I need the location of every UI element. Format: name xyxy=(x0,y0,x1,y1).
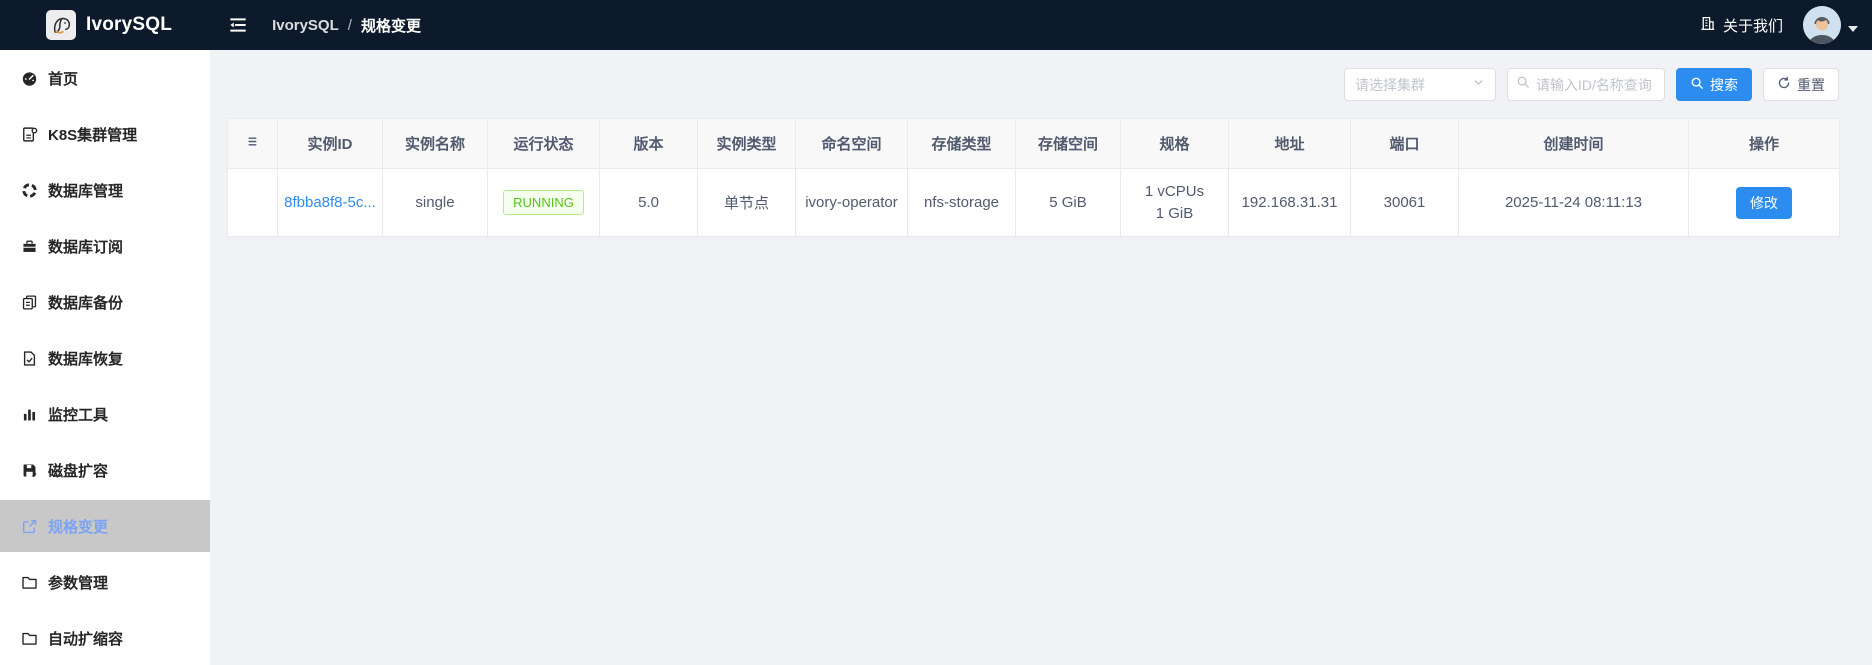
search-button[interactable]: 搜索 xyxy=(1676,68,1752,101)
list-menu-icon[interactable] xyxy=(245,134,260,149)
breadcrumb-item-root[interactable]: IvorySQL xyxy=(272,17,339,34)
chevron-down-icon xyxy=(1472,76,1485,94)
subscribe-icon xyxy=(21,238,38,255)
sidebar-item-label: K8S集群管理 xyxy=(48,126,138,144)
row-select-cell xyxy=(227,168,278,237)
cluster-icon xyxy=(21,126,38,143)
sidebar-item-monitor-tools[interactable]: 监控工具 xyxy=(0,388,210,440)
brand-title: IvorySQL xyxy=(86,14,173,35)
instances-table: 实例ID 实例名称 运行状态 版本 实例类型 命名空间 存储类型 存储空间 规格… xyxy=(227,118,1840,237)
spec-change-icon xyxy=(21,518,38,535)
sidebar-item-database-backup[interactable]: 数据库备份 xyxy=(0,276,210,328)
modify-button[interactable]: 修改 xyxy=(1736,186,1792,219)
sidebar-item-label: 规格变更 xyxy=(48,518,109,536)
sidebar-item-label: 首页 xyxy=(48,70,79,88)
cluster-select[interactable]: 请选择集群 xyxy=(1344,68,1496,101)
table-header-cell: 实例名称 xyxy=(382,118,488,169)
sidebar-item-label: 数据库恢复 xyxy=(48,350,124,368)
table-header-cell: 创建时间 xyxy=(1458,118,1689,169)
sidebar-item-spec-change[interactable]: 规格变更 xyxy=(0,500,210,552)
sidebar-item-database-manage[interactable]: 数据库管理 xyxy=(0,164,210,216)
sidebar-item-auto-scale[interactable]: 自动扩缩容 xyxy=(0,612,210,664)
cluster-select-placeholder: 请选择集群 xyxy=(1355,76,1425,93)
menu-fold-icon[interactable] xyxy=(228,15,248,35)
user-menu[interactable] xyxy=(1803,6,1858,44)
about-us-link[interactable]: 关于我们 xyxy=(1699,15,1783,36)
sidebar-item-database-subscribe[interactable]: 数据库订阅 xyxy=(0,220,210,272)
instance-id-link[interactable]: 8fbba8f8-5c... xyxy=(284,194,376,211)
building-icon xyxy=(1699,15,1716,36)
spec-cell: 1 vCPUs 1 GiB xyxy=(1120,168,1229,237)
reset-button-label: 重置 xyxy=(1797,76,1825,93)
search-button-label: 搜索 xyxy=(1710,76,1738,93)
sidebar-item-label: 自动扩缩容 xyxy=(48,630,124,648)
about-us-label: 关于我们 xyxy=(1722,17,1783,35)
spec-cpu: 1 vCPUs xyxy=(1144,182,1205,200)
table-header-cell: 运行状态 xyxy=(487,118,600,169)
breadcrumb-item-current: 规格变更 xyxy=(360,17,421,35)
search-input[interactable] xyxy=(1536,76,1656,93)
instance-name-cell: single xyxy=(382,168,488,237)
search-icon xyxy=(1690,76,1704,93)
ivorysql-logo-icon xyxy=(46,10,76,40)
created-time-cell: 2025-11-24 08:11:13 xyxy=(1458,168,1689,237)
breadcrumb: IvorySQL / 规格变更 xyxy=(272,15,421,36)
table-header-cell: 版本 xyxy=(599,118,698,169)
sidebar: 首页 K8S集群管理 数据库管理 数据库订阅 数据库备份 数据库恢复 监控工具 … xyxy=(0,50,210,665)
sidebar-item-label: 磁盘扩容 xyxy=(48,462,109,480)
search-icon xyxy=(1516,75,1530,94)
table-header-cell: 规格 xyxy=(1120,118,1229,169)
table-header-cell: 实例ID xyxy=(277,118,383,169)
filter-bar: 请选择集群 请输入ID/名称查询 搜索 重置 xyxy=(227,68,1839,101)
status-badge: RUNNING xyxy=(503,190,584,215)
sidebar-item-label: 参数管理 xyxy=(48,574,109,592)
table-header-cell: 存储空间 xyxy=(1015,118,1121,169)
table-header-cell: 端口 xyxy=(1350,118,1459,169)
folder-icon xyxy=(21,630,38,647)
port-cell: 30061 xyxy=(1350,168,1459,237)
chevron-down-icon xyxy=(1848,26,1858,32)
sidebar-item-home[interactable]: 首页 xyxy=(0,52,210,104)
table-header-row: 实例ID 实例名称 运行状态 版本 实例类型 命名空间 存储类型 存储空间 规格… xyxy=(227,118,1840,169)
sidebar-item-label: 监控工具 xyxy=(48,406,109,424)
table-header-menu-cell xyxy=(227,118,278,169)
sidebar-item-disk-expand[interactable]: 磁盘扩容 xyxy=(0,444,210,496)
table-header-cell: 存储类型 xyxy=(907,118,1016,169)
table-header-cell: 实例类型 xyxy=(697,118,796,169)
reset-button[interactable]: 重置 xyxy=(1763,68,1839,101)
table-header-cell: 操作 xyxy=(1688,118,1840,169)
main-content: 请选择集群 请输入ID/名称查询 搜索 重置 实例ID 实例名称 运行状态 版本… xyxy=(210,50,1872,665)
sidebar-item-k8s-cluster[interactable]: K8S集群管理 xyxy=(0,108,210,160)
search-input-wrapper xyxy=(1507,68,1665,101)
folder-icon xyxy=(21,574,38,591)
backup-icon xyxy=(21,294,38,311)
disk-icon xyxy=(21,462,38,479)
spec-memory: 1 GiB xyxy=(1155,204,1194,222)
table-header-cell: 地址 xyxy=(1228,118,1351,169)
instance-type-cell: 单节点 xyxy=(697,168,796,237)
sidebar-item-database-restore[interactable]: 数据库恢复 xyxy=(0,332,210,384)
refresh-icon xyxy=(1777,76,1791,93)
sidebar-item-label: 数据库订阅 xyxy=(48,238,124,256)
breadcrumb-separator: / xyxy=(347,16,352,34)
database-manage-icon xyxy=(21,182,38,199)
storage-size-cell: 5 GiB xyxy=(1015,168,1121,237)
restore-icon xyxy=(21,350,38,367)
namespace-cell: ivory-operator xyxy=(795,168,908,237)
table-header-cell: 命名空间 xyxy=(795,118,908,169)
storage-type-cell: nfs-storage xyxy=(907,168,1016,237)
sidebar-item-param-manage[interactable]: 参数管理 xyxy=(0,556,210,608)
avatar xyxy=(1803,6,1841,44)
monitor-icon xyxy=(21,406,38,423)
topbar: IvorySQL IvorySQL / 规格变更 关于我们 xyxy=(0,0,1872,50)
table-row: 8fbba8f8-5c... single RUNNING 5.0 单节点 iv… xyxy=(227,168,1840,237)
address-cell: 192.168.31.31 xyxy=(1228,168,1351,237)
version-cell: 5.0 xyxy=(599,168,698,237)
sidebar-item-label: 数据库备份 xyxy=(48,294,124,312)
sidebar-item-label: 数据库管理 xyxy=(48,182,124,200)
dashboard-icon xyxy=(21,70,38,87)
